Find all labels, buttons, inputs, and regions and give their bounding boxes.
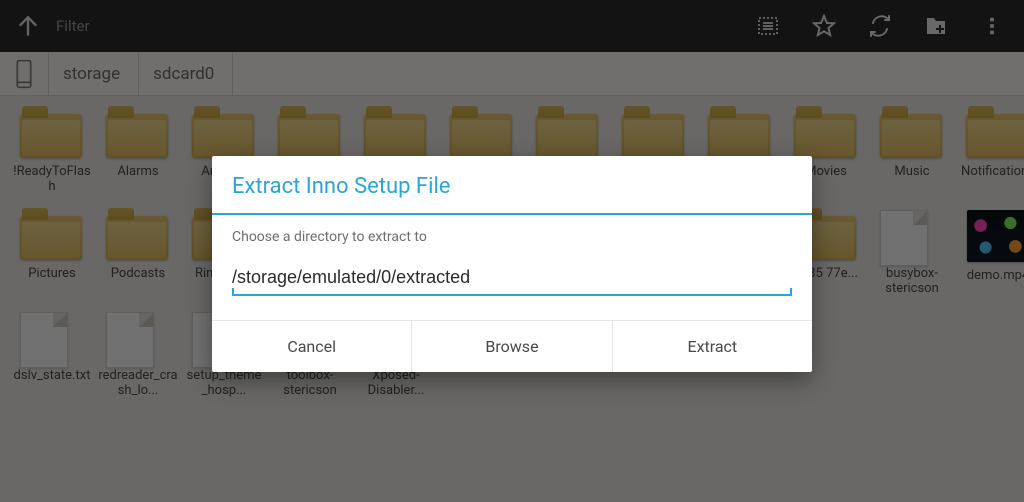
path-field-wrap [232,263,792,296]
dialog-body: Choose a directory to extract to [212,215,812,306]
extract-dialog: Extract Inno Setup File Choose a directo… [212,156,812,372]
cancel-button[interactable]: Cancel [212,321,412,372]
dialog-buttons: Cancel Browse Extract [212,320,812,372]
extract-button[interactable]: Extract [613,321,812,372]
extract-path-input[interactable] [232,263,792,296]
browse-button[interactable]: Browse [412,321,612,372]
app-root: Filter storage sdcard0 [0,0,1024,502]
dialog-title: Extract Inno Setup File [212,156,812,213]
modal-overlay[interactable]: Extract Inno Setup File Choose a directo… [0,0,1024,502]
dialog-hint: Choose a directory to extract to [232,229,792,245]
